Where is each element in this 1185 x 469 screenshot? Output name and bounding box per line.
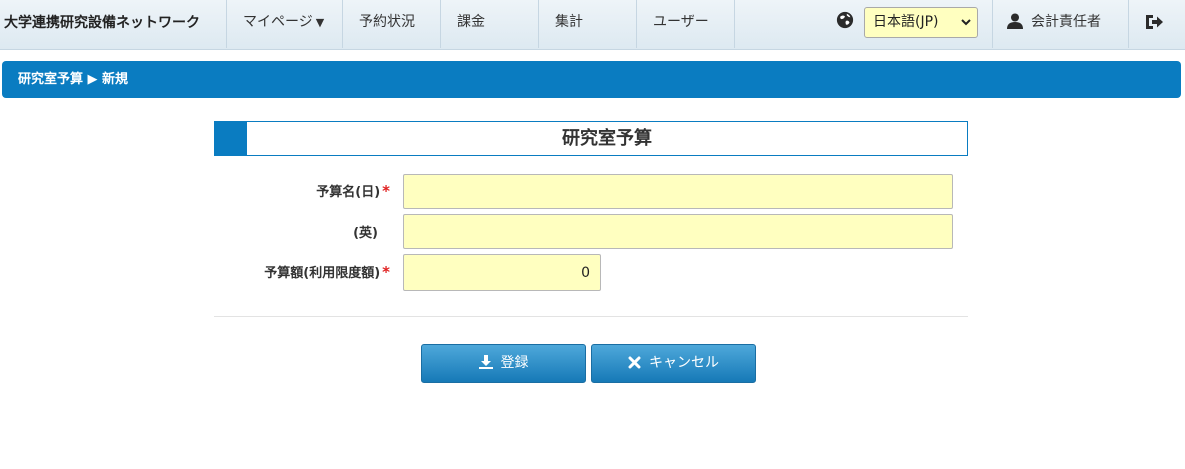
language-select-value: 日本語(JP) xyxy=(873,14,939,30)
user-icon xyxy=(1007,13,1023,29)
globe-icon xyxy=(836,11,854,29)
section-header: 研究室予算 xyxy=(214,121,968,156)
budget-name-en-label-text: (英) xyxy=(353,226,378,241)
cancel-button-label: キャンセル xyxy=(649,355,719,371)
user-menu[interactable]: 会計責任者 xyxy=(992,0,1129,48)
top-navbar: 大学連携研究設備ネットワーク マイページ ▼ 予約状況 課金 集計 ユーザー 日本… xyxy=(0,0,1185,50)
required-marker: * xyxy=(382,263,390,281)
form-divider xyxy=(214,316,968,317)
register-button-label: 登録 xyxy=(500,355,529,371)
breadcrumb: 研究室予算 ▶ 新規 xyxy=(2,61,1181,98)
nav-reservation-status-label: 予約状況 xyxy=(359,14,415,30)
nav-billing-label: 課金 xyxy=(457,14,485,30)
nav-mypage[interactable]: マイページ ▼ xyxy=(226,0,342,48)
budget-name-ja-label: 予算名(日) * xyxy=(210,181,390,200)
budget-name-en-input[interactable] xyxy=(403,214,953,249)
budget-name-ja-input[interactable] xyxy=(403,174,953,209)
close-icon xyxy=(628,356,641,369)
caret-down-icon: ▼ xyxy=(315,16,325,29)
budget-amount-label-text: 予算額(利用限度額) xyxy=(264,266,381,281)
breadcrumb-text: 研究室予算 ▶ 新規 xyxy=(18,72,129,87)
budget-amount-input[interactable] xyxy=(403,254,601,291)
nav-users[interactable]: ユーザー xyxy=(636,0,734,48)
nav-mypage-label: マイページ xyxy=(243,14,313,30)
nav-summary-label: 集計 xyxy=(555,14,583,30)
nav-billing[interactable]: 課金 xyxy=(440,0,538,48)
nav-summary[interactable]: 集計 xyxy=(538,0,636,48)
download-icon xyxy=(478,355,493,369)
language-select[interactable]: 日本語(JP) xyxy=(864,7,978,38)
cancel-button[interactable]: キャンセル xyxy=(591,344,756,383)
register-button[interactable]: 登録 xyxy=(421,344,586,383)
budget-amount-label: 予算額(利用限度額) * xyxy=(210,262,390,281)
logout-icon[interactable] xyxy=(1144,12,1164,32)
budget-name-ja-label-text: 予算名(日) xyxy=(316,185,381,200)
nav-users-label: ユーザー xyxy=(653,14,709,30)
site-brand[interactable]: 大学連携研究設備ネットワーク xyxy=(4,0,226,48)
budget-name-en-label: (英) xyxy=(210,222,390,241)
chevron-down-icon xyxy=(961,8,971,48)
section-title: 研究室予算 xyxy=(562,128,652,149)
section-accent-bar xyxy=(215,122,247,155)
user-menu-label: 会計責任者 xyxy=(1031,14,1101,30)
nav-divider xyxy=(734,0,735,48)
required-marker: * xyxy=(382,182,390,200)
nav-reservation-status[interactable]: 予約状況 xyxy=(342,0,440,48)
